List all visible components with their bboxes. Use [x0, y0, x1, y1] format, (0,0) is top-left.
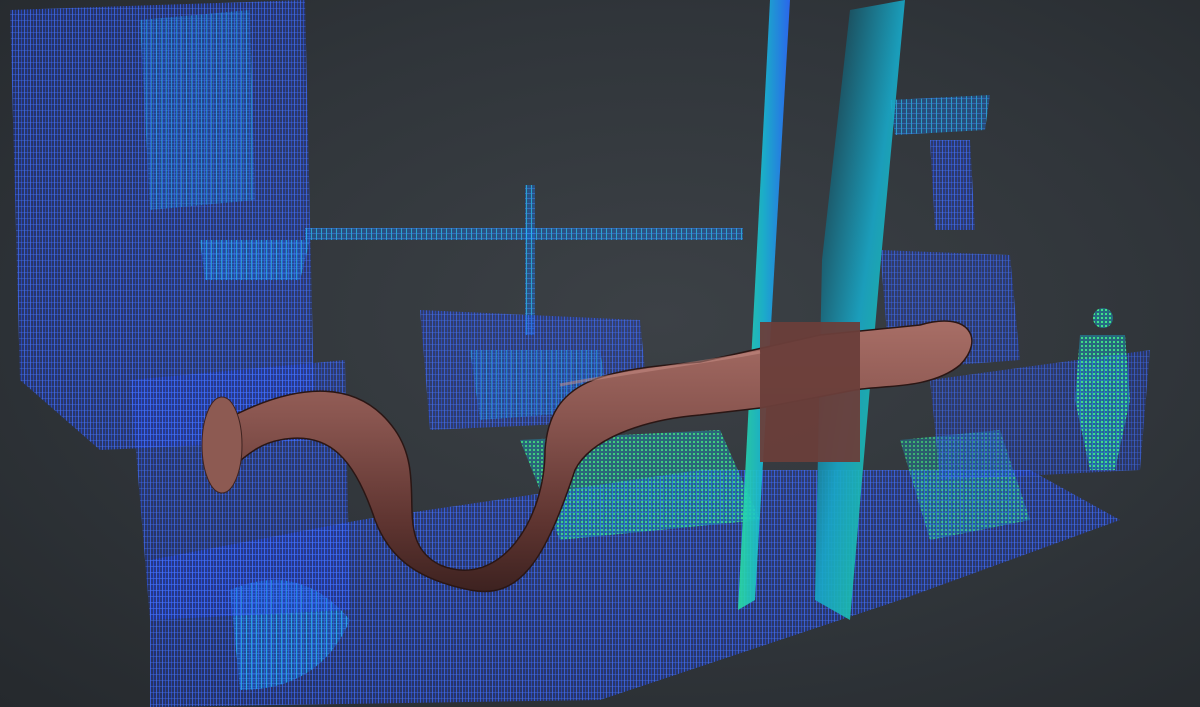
horizontal-beam	[305, 228, 743, 240]
left-tower-structure	[10, 0, 350, 620]
vertical-post	[525, 185, 535, 335]
3d-viewport[interactable]	[0, 0, 1200, 707]
point-cloud-scene[interactable]	[0, 0, 1200, 707]
